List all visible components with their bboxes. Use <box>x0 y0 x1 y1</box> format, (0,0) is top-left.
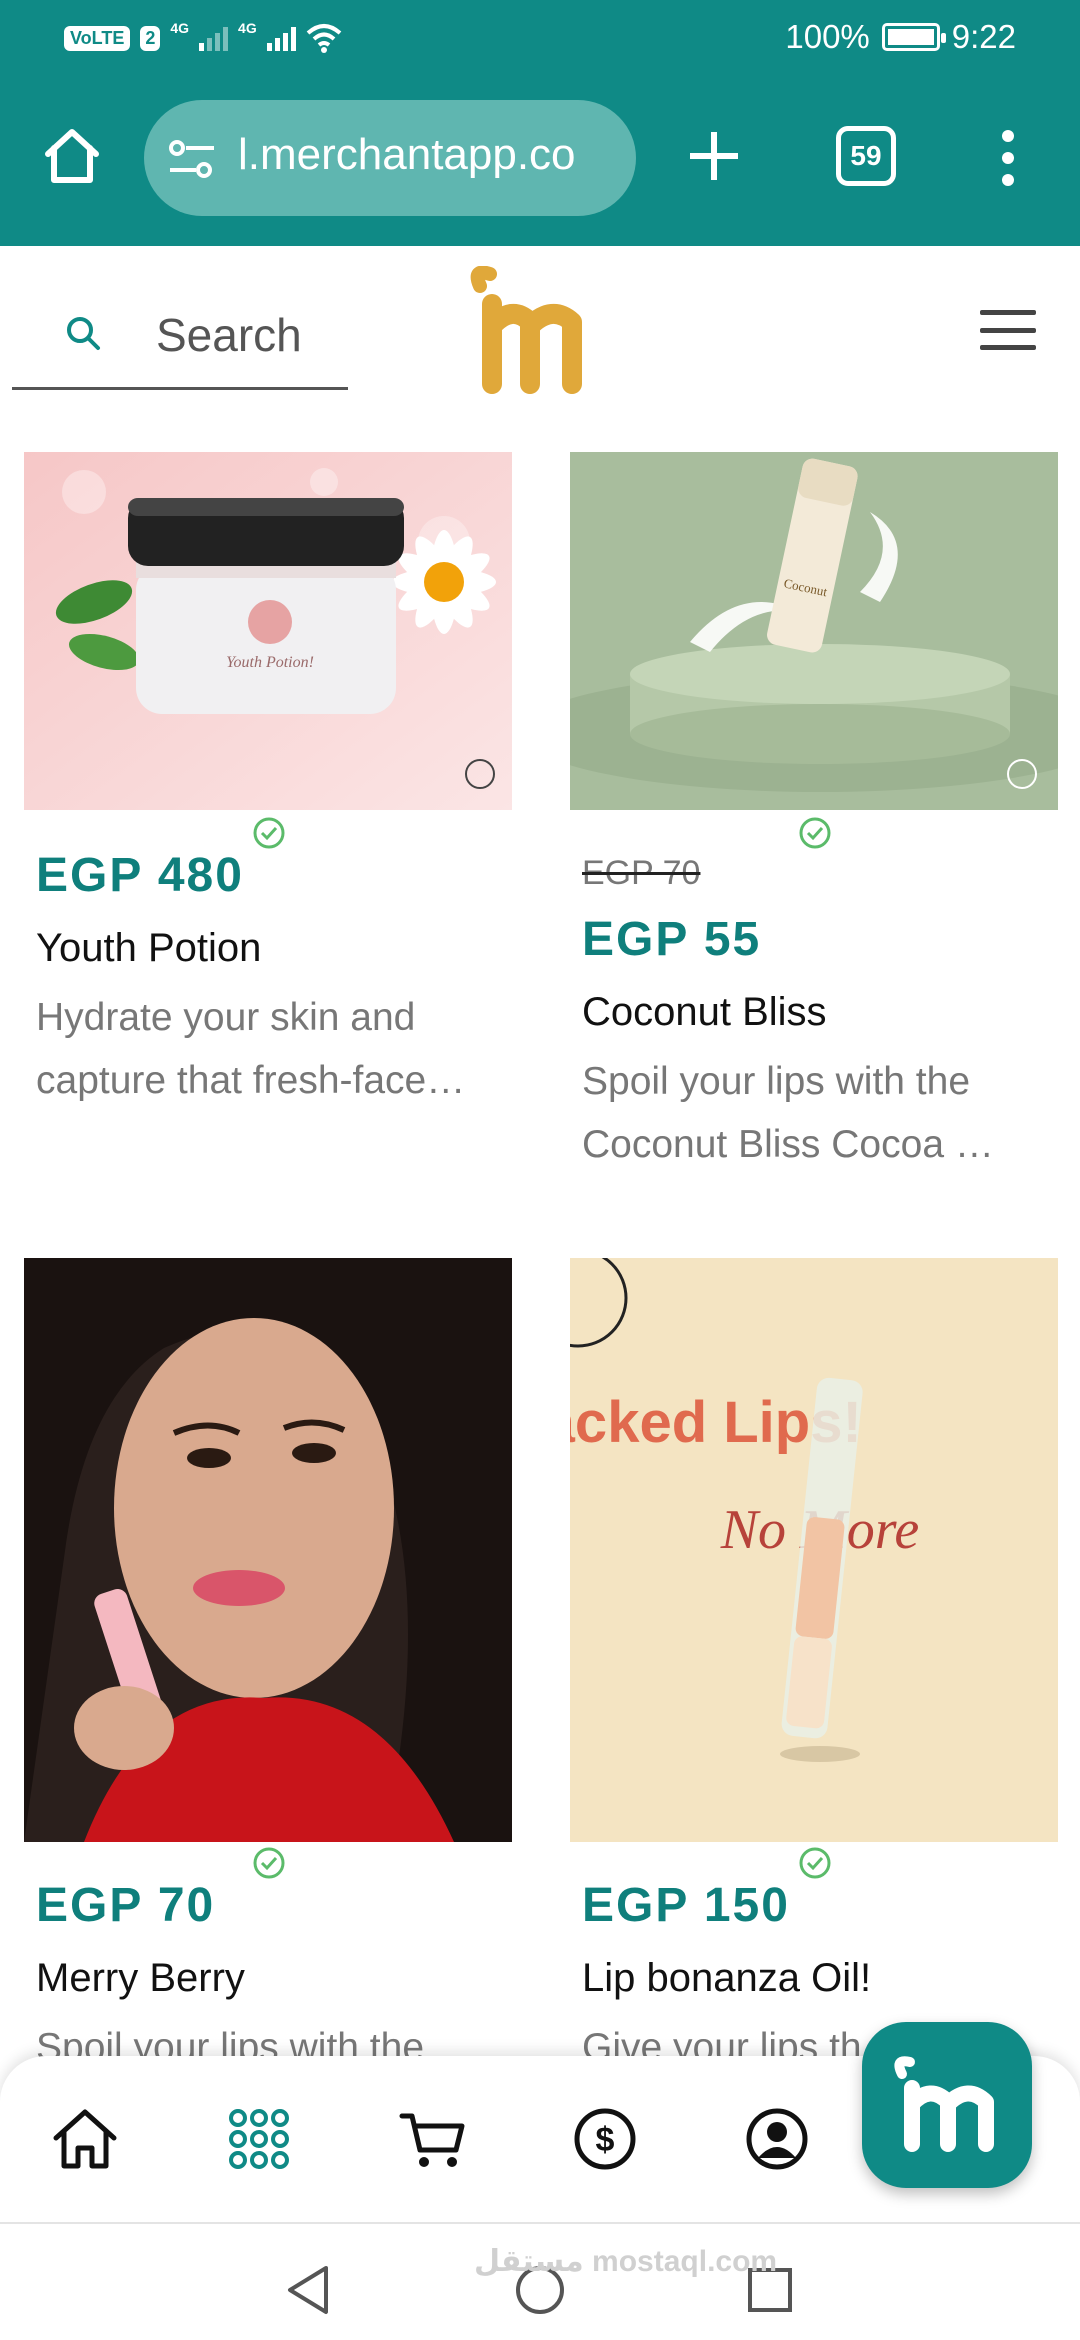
product-description-line: Hydrate your skin and <box>36 996 416 1039</box>
verified-icon <box>253 817 285 849</box>
browser-toolbar: l.merchantapp.co 59 <box>0 96 1080 222</box>
account-icon[interactable] <box>742 2104 812 2174</box>
product-price: EGP 70 <box>36 1879 216 1932</box>
site-header: Search <box>0 246 1080 416</box>
new-tab-icon[interactable] <box>684 126 744 186</box>
grid-icon[interactable] <box>224 2104 294 2174</box>
volte-badge: VoLTE <box>64 25 131 51</box>
tab-switcher-button[interactable]: 59 <box>836 126 896 186</box>
product-image-youth-potion[interactable]: Youth Potion! <box>24 452 512 810</box>
product-description-line: Spoil your lips with the <box>582 1060 971 1103</box>
browser-chrome: VoLTE 2 4G 4G 100% 9:22 l.merchantapp.co… <box>0 0 1080 246</box>
product-image-merry-berry[interactable] <box>24 1258 512 1842</box>
dollar-icon[interactable]: $ <box>570 2104 640 2174</box>
search-input[interactable]: Search <box>12 286 348 390</box>
product-description: Hydrate your skin and capture that fresh… <box>36 986 506 1112</box>
product-description-line: Coconut Bliss Cocoa … <box>582 1123 994 1166</box>
brand-floating-button[interactable] <box>862 2022 1032 2188</box>
clock: 9:22 <box>951 18 1016 55</box>
back-icon[interactable] <box>282 2262 338 2318</box>
product-name[interactable]: Coconut Bliss <box>582 990 827 1035</box>
system-navigation-bar: مستقل mostaql.com <box>0 2222 1080 2340</box>
product-card[interactable]: Youth Potion! EGP 480 Youth Potion Hydra… <box>24 452 512 1152</box>
site-menu-icon[interactable] <box>980 310 1036 350</box>
product-name[interactable]: Merry Berry <box>36 1956 245 2001</box>
product-price: EGP 150 <box>582 1879 790 1932</box>
signal-2-icon <box>266 25 296 51</box>
verified-icon <box>253 1847 285 1879</box>
search-icon <box>67 317 100 350</box>
signal-1-icon <box>199 25 229 51</box>
address-bar[interactable]: l.merchantapp.co <box>144 100 636 216</box>
product-old-price: EGP 70 <box>582 854 701 892</box>
product-image-lip-bonanza-oil[interactable]: Cracked Lips! No More <box>570 1258 1058 1842</box>
product-price: EGP 480 <box>36 849 244 902</box>
home-icon[interactable] <box>40 124 104 188</box>
home-icon[interactable] <box>50 2104 120 2174</box>
product-card[interactable]: EGP 70 Merry Berry Spoil your lips with … <box>24 1258 512 2069</box>
svg-text:Youth Potion!: Youth Potion! <box>226 654 314 671</box>
verified-icon <box>799 817 831 849</box>
search-label: Search <box>156 309 302 361</box>
verified-icon <box>799 1847 831 1879</box>
svg-text:$: $ <box>596 2121 615 2159</box>
battery-icon <box>881 23 946 51</box>
product-name[interactable]: Lip bonanza Oil! <box>582 1956 871 2001</box>
product-card[interactable]: Coconut EGP 70 EGP 55 Coconut Bliss Spoi… <box>570 452 1058 1172</box>
product-name[interactable]: Youth Potion <box>36 926 261 971</box>
network-type-1: 4G <box>170 20 190 36</box>
url-text: l.merchantapp.co <box>238 130 576 179</box>
product-description-line: capture that fresh-face… <box>36 1059 466 1102</box>
watermark: مستقل mostaql.com <box>474 2245 778 2278</box>
product-card[interactable]: Cracked Lips! No More EGP 150 Lip bonanz… <box>570 1258 1058 2069</box>
battery-percent: 100% <box>785 18 870 55</box>
cart-icon[interactable] <box>398 2104 468 2174</box>
site-settings-icon[interactable] <box>168 138 216 180</box>
brand-logo[interactable] <box>462 266 622 396</box>
sim-badge: 2 <box>140 25 161 51</box>
brand-logo-icon <box>894 2056 994 2152</box>
status-bar: VoLTE 2 4G 4G 100% 9:22 <box>0 0 1080 78</box>
browser-menu-icon[interactable] <box>996 130 1020 186</box>
product-price: EGP 55 <box>582 913 762 966</box>
wifi-icon <box>306 24 342 53</box>
network-type-2: 4G <box>238 20 257 36</box>
product-image-coconut-bliss[interactable]: Coconut <box>570 452 1058 810</box>
product-description: Spoil your lips with the Coconut Bliss C… <box>582 1050 1052 1176</box>
